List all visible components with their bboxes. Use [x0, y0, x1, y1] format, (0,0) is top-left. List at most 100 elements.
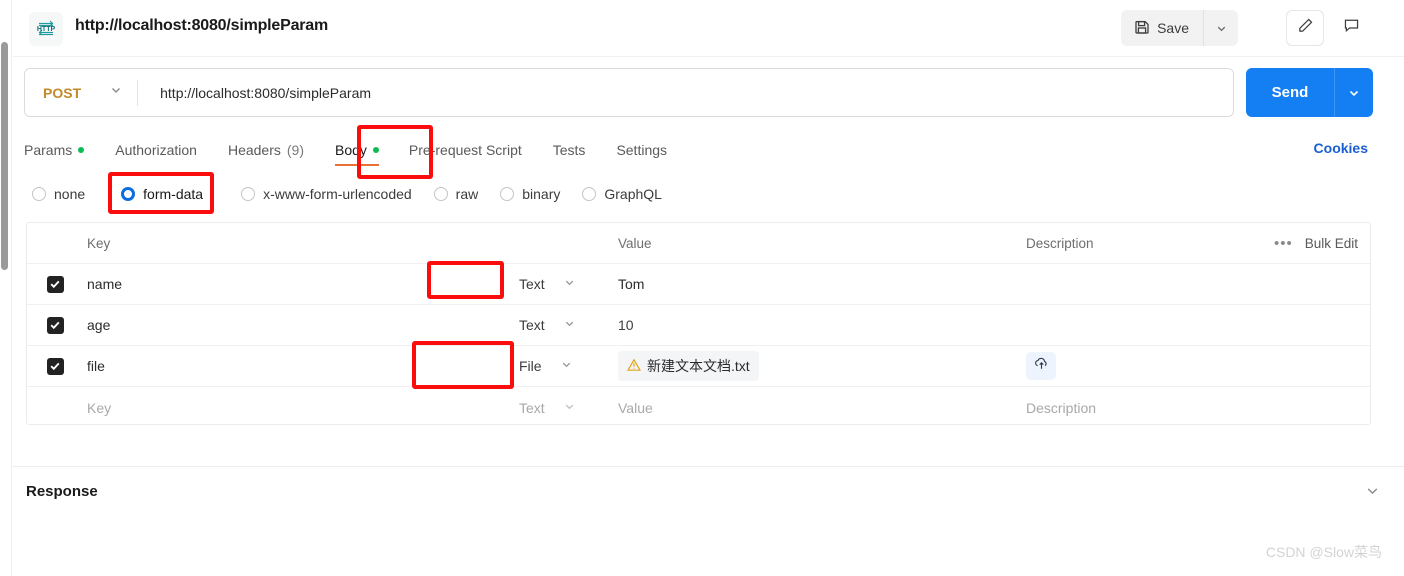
- body-type-x-www-form-urlencoded[interactable]: x-www-form-urlencoded: [241, 186, 412, 202]
- cookies-link[interactable]: Cookies: [1314, 140, 1368, 156]
- svg-text:HTTP: HTTP: [37, 26, 56, 33]
- row-type-label: File: [519, 358, 542, 374]
- postman-request-window: HTTP http://localhost:8080/simpleParam S…: [0, 0, 1404, 576]
- chevron-down-icon: [563, 317, 576, 333]
- new-row-key-input[interactable]: Key: [83, 400, 513, 416]
- radio-icon: [241, 187, 256, 201]
- table-row: name Text Tom: [27, 264, 1370, 305]
- tab-label: Headers: [227, 141, 281, 158]
- new-row-description-input[interactable]: Description: [1026, 400, 1250, 416]
- tab-label: Params: [24, 141, 73, 158]
- body-type-binary[interactable]: binary: [500, 186, 560, 202]
- body-type-raw[interactable]: raw: [433, 186, 479, 202]
- url-input[interactable]: http://localhost:8080/simpleParam: [138, 85, 371, 101]
- pencil-edit-icon: [1297, 17, 1314, 39]
- row-checkbox[interactable]: [46, 316, 64, 334]
- row-type-selector[interactable]: Text: [513, 313, 618, 337]
- table-row-empty: Key Text Value Description: [27, 387, 1370, 428]
- radio-icon: [433, 187, 448, 201]
- row-value[interactable]: Tom: [618, 276, 1026, 292]
- watermark: CSDN @Slow菜鸟: [1265, 544, 1382, 560]
- send-options-caret[interactable]: [1335, 68, 1373, 117]
- body-type-graphql[interactable]: GraphQL: [582, 186, 662, 202]
- tab-label: Body: [335, 141, 367, 158]
- tab-params[interactable]: Params: [24, 131, 85, 168]
- http-protocol-icon: HTTP: [29, 12, 63, 46]
- new-row-type-label: Text: [519, 399, 545, 416]
- modified-dot-icon: [78, 146, 85, 153]
- row-type-cell: Text: [513, 313, 618, 337]
- table-row: file File 新建文本文档.txt: [27, 346, 1370, 387]
- row-checkbox[interactable]: [46, 275, 64, 293]
- radio-label: GraphQL: [604, 186, 662, 202]
- row-key[interactable]: file: [83, 358, 513, 374]
- row-checkbox[interactable]: [46, 357, 64, 375]
- row-value[interactable]: 10: [618, 317, 1026, 333]
- floppy-disk-icon: [1134, 19, 1150, 38]
- row-checkbox-cell: [27, 275, 83, 293]
- chevron-down-icon: [563, 400, 576, 416]
- tab-tests[interactable]: Tests: [553, 131, 586, 168]
- radio-icon: [500, 187, 515, 201]
- comment-icon: [1343, 17, 1360, 39]
- radio-icon: [32, 187, 46, 201]
- selected-file-name: 新建文本文档.txt: [647, 358, 750, 374]
- chevron-down-icon: [560, 358, 573, 374]
- new-row-type-selector[interactable]: Text: [513, 396, 618, 420]
- table-header-actions: ••• Bulk Edit: [1250, 235, 1370, 252]
- new-row-type-cell: Text: [513, 396, 618, 420]
- more-options-icon[interactable]: •••: [1274, 235, 1293, 252]
- row-type-selector[interactable]: File: [513, 354, 618, 378]
- page-title: http://localhost:8080/simpleParam: [75, 17, 329, 34]
- vertical-scrollbar-thumb[interactable]: [1, 42, 8, 270]
- body-type-radio-group: none form-data x-www-form-urlencoded raw…: [32, 180, 684, 208]
- form-data-table: Key Value Description ••• Bulk Edit name…: [26, 222, 1371, 425]
- request-tabs: Params Authorization Headers (9) Body Pr…: [24, 131, 1374, 168]
- row-type-selector[interactable]: Text: [513, 272, 618, 296]
- save-label: Save: [1157, 20, 1189, 36]
- warning-triangle-icon: [626, 358, 642, 375]
- bulk-edit-button[interactable]: Bulk Edit: [1305, 236, 1358, 251]
- tab-label: Pre-request Script: [408, 141, 522, 158]
- save-button[interactable]: Save: [1121, 10, 1204, 46]
- radio-label: raw: [455, 186, 479, 202]
- radio-label: binary: [522, 186, 561, 202]
- save-button-group: Save: [1121, 10, 1238, 46]
- row-key[interactable]: name: [83, 276, 513, 292]
- tab-label: Authorization: [115, 141, 197, 158]
- save-options-caret[interactable]: [1204, 10, 1238, 46]
- file-upload-button[interactable]: [1026, 352, 1056, 380]
- body-type-form-data[interactable]: form-data: [121, 186, 203, 202]
- response-divider: [13, 466, 1404, 467]
- tab-pre-request-script[interactable]: Pre-request Script: [409, 131, 522, 168]
- row-type-cell: File: [513, 354, 618, 378]
- request-header-bar: HTTP http://localhost:8080/simpleParam S…: [13, 0, 1404, 57]
- body-type-none[interactable]: none: [32, 186, 85, 202]
- comments-button[interactable]: [1332, 10, 1370, 46]
- column-header-description: Description: [1026, 235, 1094, 251]
- response-collapse-toggle[interactable]: [1365, 483, 1380, 503]
- tab-label: Tests: [552, 141, 586, 158]
- row-value-cell: 新建文本文档.txt: [618, 351, 1026, 381]
- table-row: age Text 10: [27, 305, 1370, 346]
- tab-headers[interactable]: Headers (9): [228, 131, 304, 168]
- http-method-selector[interactable]: POST: [25, 69, 137, 116]
- row-type-label: Text: [519, 317, 545, 333]
- row-checkbox-cell: [27, 357, 83, 375]
- tab-authorization[interactable]: Authorization: [115, 131, 197, 168]
- send-button[interactable]: Send: [1246, 68, 1335, 117]
- row-description[interactable]: [1026, 352, 1250, 380]
- modified-dot-icon: [372, 146, 379, 153]
- edit-request-button[interactable]: [1286, 10, 1324, 46]
- new-row-value-input[interactable]: Value: [618, 400, 1026, 416]
- radio-icon: [121, 187, 136, 201]
- row-type-cell: Text: [513, 272, 618, 296]
- http-method-label: POST: [43, 84, 82, 101]
- cloud-upload-icon: [1033, 355, 1050, 377]
- row-key[interactable]: age: [83, 317, 513, 333]
- tab-settings[interactable]: Settings: [616, 131, 667, 168]
- selected-file-chip[interactable]: 新建文本文档.txt: [618, 351, 759, 381]
- chevron-down-icon: [109, 83, 123, 102]
- tab-count: (9): [286, 141, 304, 158]
- tab-body[interactable]: Body: [335, 131, 379, 168]
